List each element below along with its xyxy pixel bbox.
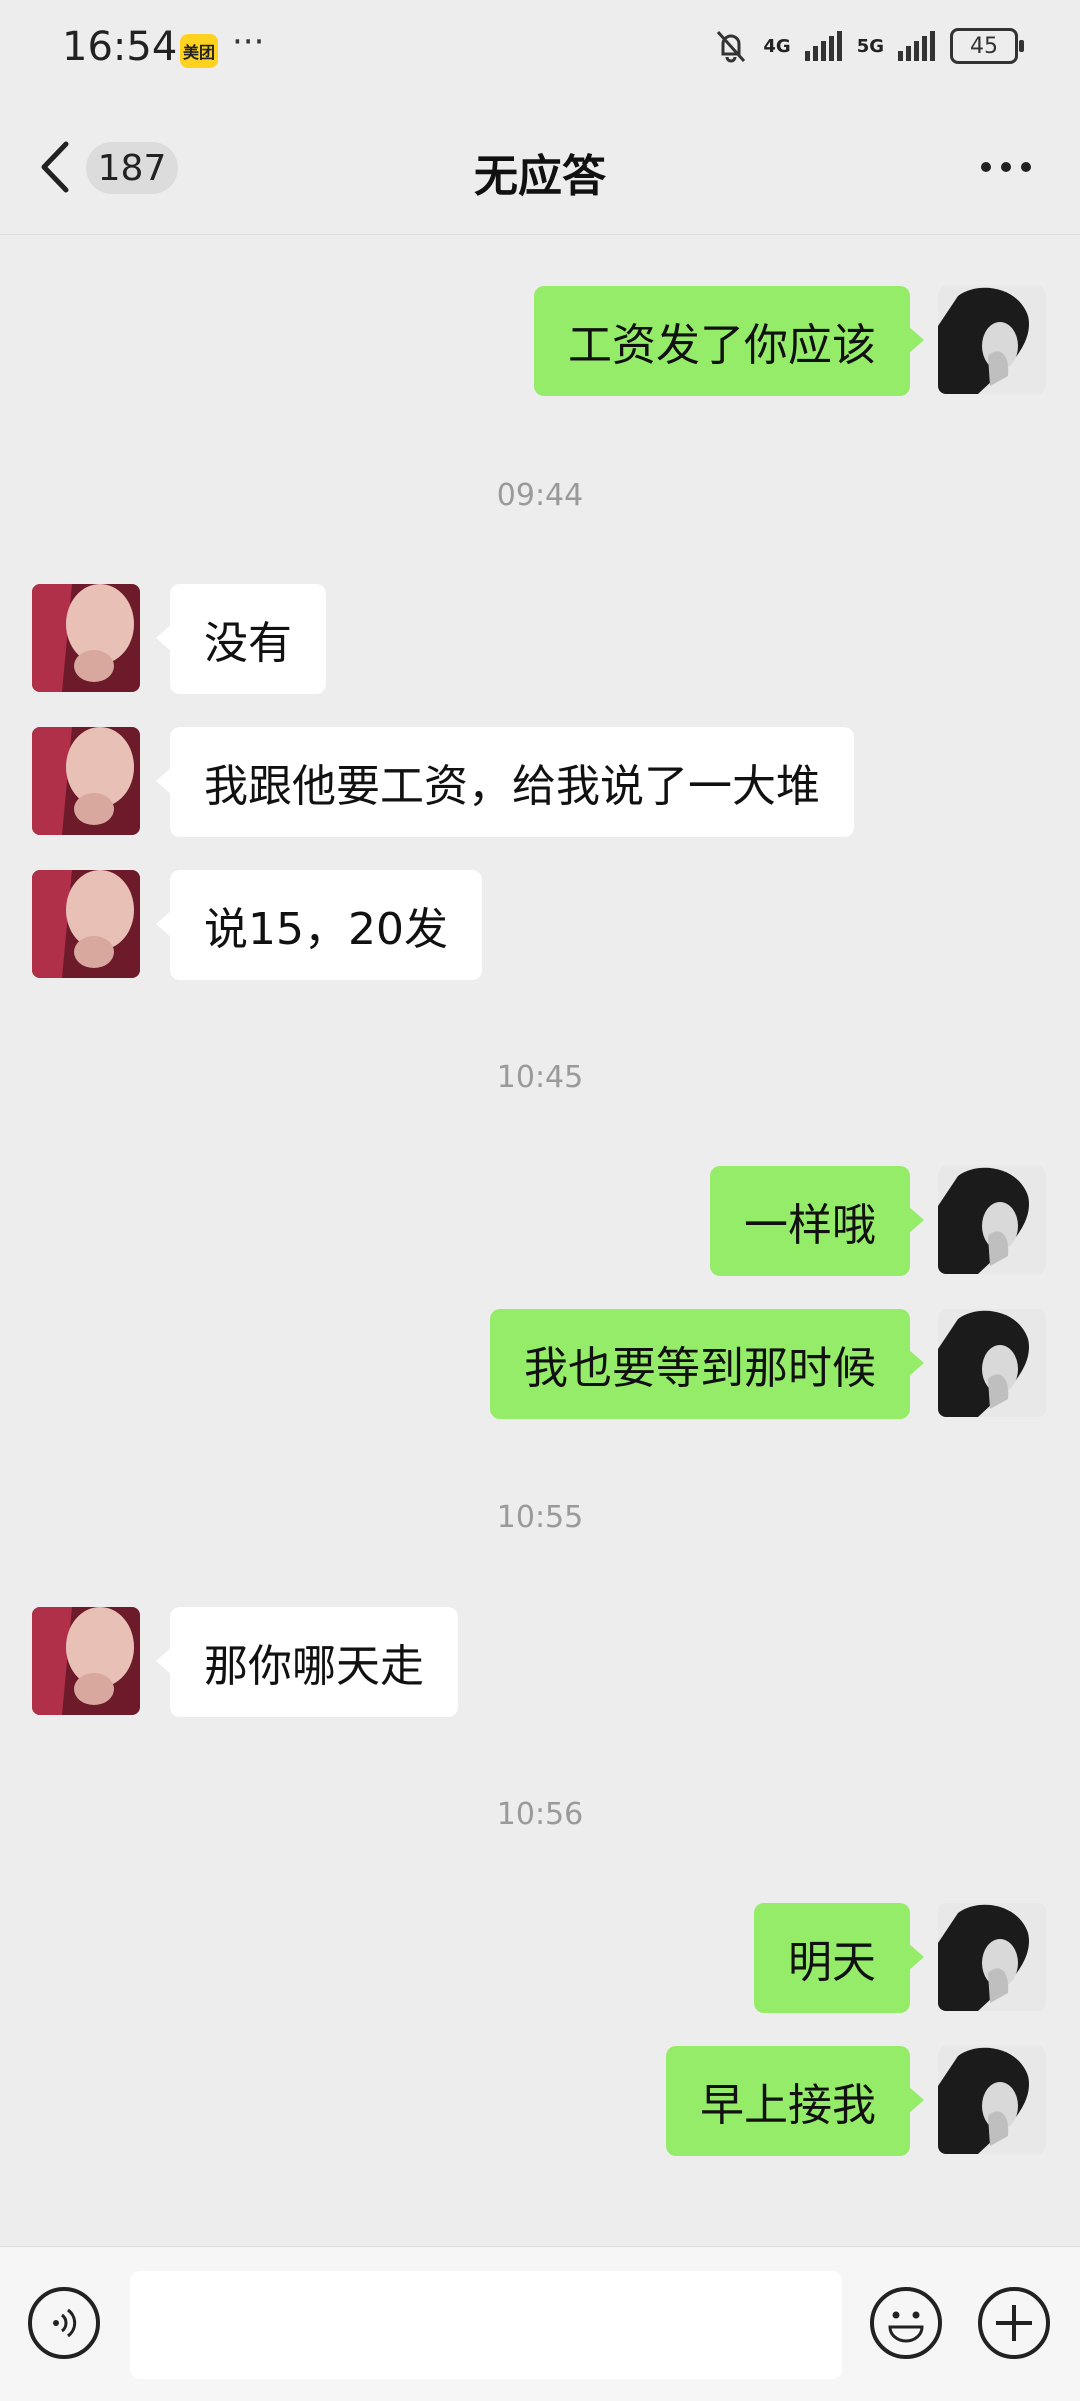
avatar-self-image: [938, 1903, 1046, 2011]
message-bubble-outgoing[interactable]: 我也要等到那时候: [490, 1309, 924, 1419]
message-bubble-incoming[interactable]: 没有: [156, 584, 326, 694]
status-time: 16:54: [62, 24, 178, 70]
voice-input-button[interactable]: [28, 2287, 100, 2359]
meituan-app-icon: 美团: [180, 34, 218, 68]
avatar-self-image: [938, 1166, 1046, 1274]
message-bubble-outgoing[interactable]: 工资发了你应该: [534, 286, 924, 396]
emoji-button[interactable]: [870, 2287, 942, 2359]
battery-icon: 45: [950, 28, 1024, 64]
more-notifications-icon: ···: [232, 22, 265, 62]
avatar-self[interactable]: [938, 1309, 1046, 1417]
message-bubble-outgoing[interactable]: 早上接我: [666, 2046, 924, 2156]
status-bar: 16:54 美团 ··· 4G 5G 45: [0, 0, 1080, 100]
message-bubble-incoming[interactable]: 那你哪天走: [156, 1607, 458, 1717]
message-bubble-incoming[interactable]: 说15，20发: [156, 870, 482, 980]
signal-4g-icon: [804, 31, 842, 61]
avatar-contact-image: [32, 727, 140, 835]
page-title: 无应答: [474, 151, 606, 202]
timestamp: 10:45: [496, 1060, 584, 1095]
timestamp: 10:56: [496, 1797, 584, 1832]
more-actions-button[interactable]: [978, 2287, 1050, 2359]
network-4g-label: 4G: [763, 35, 791, 57]
avatar-contact[interactable]: [32, 584, 140, 692]
signal-5g-icon: [898, 31, 935, 61]
avatar-contact-image: [32, 870, 140, 978]
timestamp: 10:55: [496, 1500, 584, 1535]
message-input[interactable]: [130, 2271, 842, 2379]
emoji-icon: [888, 2311, 924, 2343]
plus-icon: [996, 2305, 1032, 2341]
timestamp: 09:44: [496, 478, 584, 513]
chat-input-bar: [0, 2246, 1080, 2401]
mute-bell-icon: [717, 30, 746, 63]
more-options-icon[interactable]: [980, 160, 1032, 174]
avatar-self[interactable]: [938, 1903, 1046, 2011]
avatar-self[interactable]: [938, 1166, 1046, 1274]
chat-header: 187 无应答: [0, 100, 1080, 235]
message-bubble-outgoing[interactable]: 一样哦: [710, 1166, 924, 1276]
avatar-self[interactable]: [938, 286, 1046, 394]
avatar-self-image: [938, 2046, 1046, 2154]
message-bubble-outgoing[interactable]: 明天: [754, 1903, 924, 2013]
avatar-self-image: [938, 286, 1046, 394]
avatar-contact-image: [32, 1607, 140, 1715]
message-bubble-incoming[interactable]: 我跟他要工资，给我说了一大堆: [156, 727, 854, 837]
avatar-self-image: [938, 1309, 1046, 1417]
voice-icon: [53, 2308, 77, 2338]
status-icons: 4G 5G 45: [713, 28, 1024, 64]
avatar-contact[interactable]: [32, 1607, 140, 1715]
network-5g-label: 5G: [856, 35, 884, 57]
avatar-contact[interactable]: [32, 727, 140, 835]
avatar-contact[interactable]: [32, 870, 140, 978]
avatar-self[interactable]: [938, 2046, 1046, 2154]
avatar-contact-image: [32, 584, 140, 692]
